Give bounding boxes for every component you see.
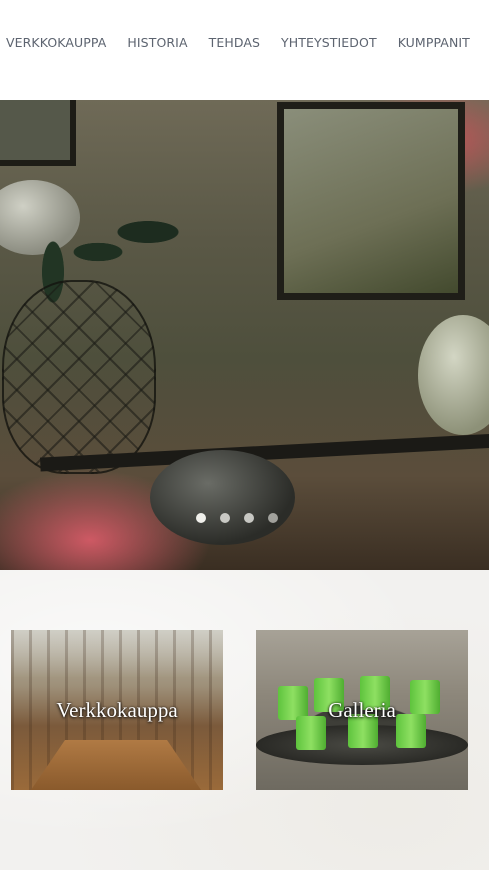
nav-item-kumppanit[interactable]: KUMPPANIT xyxy=(398,34,470,52)
nav-item-historia[interactable]: HISTORIA xyxy=(127,34,187,52)
nav-item-tehdas[interactable]: TEHDAS xyxy=(209,34,260,52)
slider-dot-2[interactable] xyxy=(220,513,230,523)
gallery-card-label: Galleria xyxy=(328,698,396,722)
slider-pagination xyxy=(196,513,278,523)
picture-frame-small xyxy=(0,100,76,166)
shop-card[interactable]: Verkkokauppa xyxy=(11,630,223,790)
decorative-egg xyxy=(150,450,295,545)
slider-dot-1[interactable] xyxy=(196,513,206,523)
nav-item-verkkokauppa[interactable]: VERKKOKAUPPA xyxy=(6,34,106,52)
nav-item-yhteystiedot[interactable]: YHTEYSTIEDOT xyxy=(281,34,377,52)
wire-pineapple-sculpture xyxy=(2,280,156,474)
hero-slider[interactable] xyxy=(0,100,489,570)
main-menu: VERKKOKAUPPA HISTORIA TEHDAS YHTEYSTIEDO… xyxy=(6,34,470,52)
slider-dot-3[interactable] xyxy=(244,513,254,523)
feature-cards-section: Verkkokauppa Galleria xyxy=(0,570,489,870)
decorative-egg xyxy=(418,315,489,435)
shop-card-label: Verkkokauppa xyxy=(56,698,178,722)
slider-dot-4[interactable] xyxy=(268,513,278,523)
picture-frame xyxy=(277,102,465,300)
top-navigation: VERKKOKAUPPA HISTORIA TEHDAS YHTEYSTIEDO… xyxy=(0,0,489,100)
gallery-card[interactable]: Galleria xyxy=(256,630,468,790)
